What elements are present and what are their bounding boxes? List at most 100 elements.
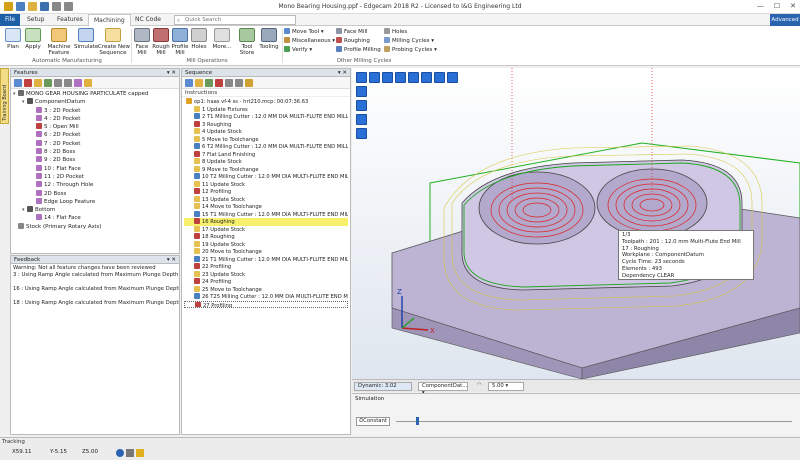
feature-tree-item[interactable]: 8 : 2D Boss — [13, 148, 177, 156]
zoom-icon[interactable] — [421, 72, 432, 83]
refresh-icon[interactable] — [44, 79, 52, 87]
apply-button[interactable]: Apply — [24, 28, 42, 50]
roughing-cycle-button[interactable]: Roughing — [336, 37, 370, 45]
layers-icon[interactable] — [447, 72, 458, 83]
sequence-instruction[interactable]: 17 Update Stock — [184, 225, 348, 234]
more-button[interactable]: More... — [212, 28, 232, 50]
list-view-icon[interactable] — [434, 72, 445, 83]
star-icon[interactable] — [84, 79, 92, 87]
add-icon[interactable] — [205, 79, 213, 87]
close-icon[interactable]: ▾ ✕ — [167, 256, 176, 264]
probing-cycles-button[interactable]: Probing Cycles ▾ — [384, 46, 437, 54]
grid-snap-icon[interactable] — [126, 449, 134, 457]
miscellaneous-button[interactable]: Miscellaneous ▾ — [284, 37, 335, 45]
side-view-icon[interactable] — [356, 128, 367, 139]
front-view-icon[interactable] — [356, 114, 367, 125]
feature-tree-item[interactable]: Stock (Primary Rotary Axis) — [13, 222, 177, 231]
settings-icon[interactable] — [54, 79, 62, 87]
feature-tree-item[interactable]: 2D Boss — [13, 189, 177, 198]
sequence-instruction[interactable]: 9 Move to Toolchange — [184, 165, 348, 174]
minimize-icon[interactable]: — — [757, 2, 764, 10]
sequence-instruction[interactable]: 25 Move to Toolchange — [184, 285, 348, 294]
tooling-button[interactable]: Tooling — [258, 28, 280, 50]
holes-cycle-button[interactable]: Holes — [384, 28, 407, 36]
sequence-instruction[interactable]: 26 T25 Milling Cutter : 12.0 MM DIA MULT… — [184, 293, 348, 301]
holes-button[interactable]: Holes — [190, 28, 208, 50]
feature-tree-item[interactable]: 12 : Through Hole — [13, 181, 177, 189]
top-view-icon[interactable] — [356, 100, 367, 111]
wifi-snap-icon[interactable]: ◠ — [474, 382, 486, 391]
sequence-instruction[interactable]: 2 T1 Milling Cutter : 12.0 MM DIA MULTI-… — [184, 113, 348, 121]
tool-store-button[interactable]: Tool Store — [238, 28, 256, 56]
feature-tree-item[interactable]: 5 : Open Mill — [13, 123, 177, 131]
datum-select[interactable]: ComponentDat... ▾ — [418, 382, 468, 396]
globe-icon[interactable] — [116, 449, 124, 457]
maximize-icon[interactable]: ☐ — [774, 2, 780, 10]
tab-features[interactable]: Features — [52, 14, 88, 26]
sequence-instruction[interactable]: 21 T1 Milling Cutter : 12.0 MM DIA MULTI… — [184, 255, 348, 264]
down-icon[interactable] — [235, 79, 243, 87]
machine-feature-button[interactable]: Machine Feature — [46, 28, 72, 56]
arrow-icon[interactable] — [369, 72, 380, 83]
plan-button[interactable]: Plan — [4, 28, 22, 50]
up-icon[interactable] — [225, 79, 233, 87]
tab-file[interactable]: File — [0, 14, 21, 26]
advanced-button[interactable]: Advanced — [770, 14, 800, 26]
feature-tree-item[interactable]: 9 : 2D Boss — [13, 156, 177, 164]
face-mill-cycle-button[interactable]: Face Mill — [336, 28, 368, 36]
feature-tree-item[interactable]: 6 : 2D Pocket — [13, 131, 177, 139]
training-board-tab[interactable]: Training Board — [0, 68, 9, 124]
sequence-instruction[interactable]: 4 Update Stock — [184, 128, 348, 136]
sequence-instruction[interactable]: 13 Update Stock — [184, 195, 348, 204]
feature-tree-item[interactable]: 4 : 2D Pocket — [13, 114, 177, 123]
sequence-instruction[interactable]: 22 Profiling — [184, 263, 348, 271]
lock-icon[interactable] — [136, 449, 144, 457]
feature-tree-item[interactable]: 7 : 2D Pocket — [13, 139, 177, 148]
feature-tree-item[interactable]: Edge Loop Feature — [13, 197, 177, 206]
sequence-instruction[interactable]: 8 Update Stock — [184, 158, 348, 166]
tab-setup[interactable]: Setup — [22, 14, 49, 26]
sequence-instruction[interactable]: 23 Update Stock — [184, 270, 348, 279]
grid-icon[interactable] — [395, 72, 406, 83]
constant-speed-button[interactable]: ⏲Constant — [356, 417, 390, 426]
sequence-instruction[interactable]: 16 Roughing — [184, 218, 348, 226]
sequence-instruction[interactable]: 3 Roughing — [184, 120, 348, 129]
feature-tree-item[interactable]: ▾ ComponentDatum — [13, 98, 177, 106]
filter-icon[interactable] — [24, 79, 32, 87]
sequence-instruction[interactable]: 12 Profiling — [184, 188, 348, 196]
feature-tree-item[interactable]: 11 : 2D Pocket — [13, 172, 177, 181]
simulation-speed-track[interactable] — [396, 421, 792, 422]
sequence-instruction[interactable]: 10 T2 Milling Cutter : 12.0 MM DIA MULTI… — [184, 173, 348, 181]
sequence-instruction[interactable]: 11 Update Stock — [184, 180, 348, 189]
sequence-instruction[interactable]: 6 T2 Milling Cutter : 12.0 MM DIA MULTI-… — [184, 143, 348, 151]
sequence-instruction[interactable]: 7 Flat Land Finishing — [184, 150, 348, 159]
tab-nc-code[interactable]: NC Code — [130, 14, 166, 26]
view-cube-icon[interactable] — [356, 72, 367, 83]
dynamic-rotation-readout[interactable]: Dynamic: 3.02 — [354, 382, 412, 391]
milling-cycles-button[interactable]: Milling Cycles ▾ — [384, 37, 434, 45]
sequence-instruction[interactable]: 14 Move to Toolchange — [184, 203, 348, 211]
globe-icon[interactable] — [408, 72, 419, 83]
verify-button[interactable]: Verify ▾ — [284, 46, 312, 54]
close-icon[interactable]: ✕ — [790, 2, 796, 10]
sequence-instruction[interactable]: 24 Profiling — [184, 278, 348, 286]
feature-tree-item[interactable]: 14 : Flat Face — [13, 214, 177, 222]
close-icon[interactable]: ▾ ✕ — [338, 69, 347, 77]
iso-view-icon[interactable] — [356, 86, 367, 97]
sequence-instruction[interactable]: 18 Roughing — [184, 233, 348, 241]
simulate-button[interactable]: Simulate — [74, 28, 98, 50]
quick-search-input[interactable]: ⌕ Quick Search — [174, 15, 296, 25]
profile-mill-button[interactable]: Profile Mill — [171, 28, 189, 56]
delete-icon[interactable] — [215, 79, 223, 87]
sequence-icon[interactable] — [245, 79, 253, 87]
sequence-instruction[interactable]: 15 T1 Milling Cutter : 12.0 MM DIA MULTI… — [184, 210, 348, 219]
face-mill-button[interactable]: Face Mill — [133, 28, 151, 56]
move-tool-button[interactable]: Move Tool ▾ — [284, 28, 324, 36]
simulation-speed-slider[interactable] — [416, 417, 419, 425]
step-value-select[interactable]: 5.00 ▾ — [488, 382, 524, 391]
expand-icon[interactable] — [14, 79, 22, 87]
view-icon[interactable] — [185, 79, 193, 87]
rough-mill-button[interactable]: Rough Mill — [152, 28, 170, 56]
sequence-instruction[interactable]: 27 Profiling — [184, 300, 348, 308]
close-icon[interactable]: ▾ ✕ — [167, 69, 176, 77]
